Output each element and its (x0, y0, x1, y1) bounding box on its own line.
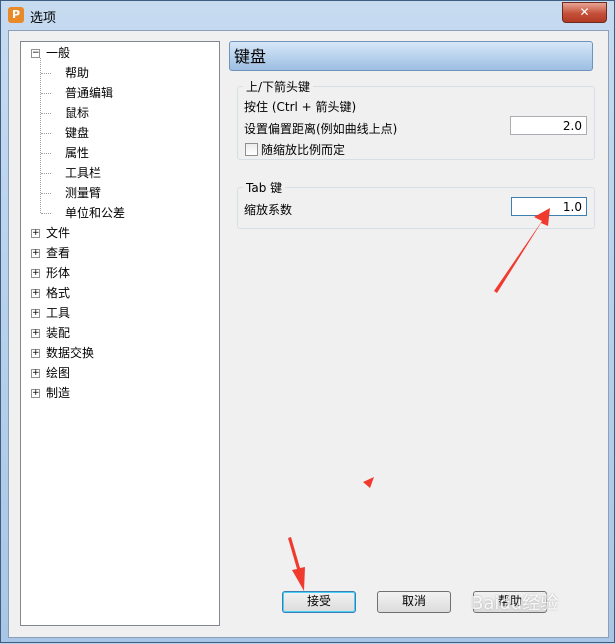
tree-branch-line (41, 213, 51, 214)
tree-item[interactable]: 一般 (46, 44, 70, 62)
tree-item-label: 绘图 (46, 366, 71, 380)
cancel-button[interactable]: 取消 (377, 591, 451, 613)
expand-icon[interactable]: + (31, 269, 40, 278)
dialog-body: − 一般 帮助 普通编辑 鼠标 键盘 属性 工具栏 测量臂 单位和公差 + 文件 + 查看 + 形体 + 格式 + 工… (8, 30, 609, 638)
tree-item[interactable]: 查看 (46, 244, 70, 262)
offset-distance-input[interactable] (510, 116, 587, 135)
tree-item[interactable]: 文件 (46, 224, 70, 242)
expand-icon[interactable]: + (31, 229, 40, 238)
tree-branch-line (41, 153, 51, 154)
tree-item-label: 普通编辑 (65, 86, 114, 100)
tree-item-label: 键盘 (65, 126, 90, 140)
accept-button[interactable]: 接受 (282, 591, 356, 613)
tree-item[interactable]: 键盘 (65, 124, 89, 142)
collapse-icon[interactable]: − (31, 49, 40, 58)
scale-factor-input[interactable] (511, 197, 587, 216)
options-dialog: P 选项 ✕ − 一般 帮助 普通编辑 鼠标 键盘 属性 工具栏 测量臂 单位和公差 + 文件 + 查看 +… (0, 0, 615, 643)
watermark: Baidu经验 (471, 593, 559, 614)
tree-branch-line (41, 173, 51, 174)
tree-item-label: 单位和公差 (65, 206, 126, 220)
expand-icon[interactable]: + (31, 289, 40, 298)
tree-branch-line (41, 113, 51, 114)
tree-item[interactable]: 制造 (46, 384, 70, 402)
tree-item-label: 测量臂 (65, 186, 102, 200)
arrow-keys-group-title: 上/下箭头键 (246, 80, 311, 94)
tree-item-label: 工具栏 (65, 166, 102, 180)
expand-icon[interactable]: + (31, 349, 40, 358)
tree-item[interactable]: 属性 (65, 144, 89, 162)
tree-item[interactable]: 绘图 (46, 364, 70, 382)
tree-item[interactable]: 测量臂 (65, 184, 101, 202)
tree-connector-line (40, 58, 41, 213)
tree-item-label: 形体 (46, 266, 71, 280)
tree-branch-line (41, 73, 51, 74)
arrow-keys-hint: 按住 (Ctrl + 箭头键) (244, 100, 357, 114)
tree-item[interactable]: 普通编辑 (65, 84, 113, 102)
tree-item-label: 一般 (46, 46, 71, 60)
tree-item-label: 属性 (65, 146, 90, 160)
tree-item[interactable]: 单位和公差 (65, 204, 125, 222)
scale-factor-label: 缩放系数 (244, 203, 293, 217)
tree-item[interactable]: 装配 (46, 324, 70, 342)
tree-branch-line (41, 133, 51, 134)
tree-item-label: 文件 (46, 226, 71, 240)
tab-key-group-title: Tab 键 (246, 181, 283, 195)
expand-icon[interactable]: + (31, 329, 40, 338)
tree-item-label: 格式 (46, 286, 71, 300)
tree-branch-line (41, 193, 51, 194)
app-logo-icon: P (8, 7, 24, 23)
window-title: 选项 (30, 11, 57, 26)
expand-icon[interactable]: + (31, 249, 40, 258)
tree-item[interactable]: 数据交换 (46, 344, 94, 362)
expand-icon[interactable]: + (31, 369, 40, 378)
close-button[interactable]: ✕ (562, 2, 607, 23)
offset-distance-label: 设置偏置距离(例如曲线上点) (244, 122, 398, 136)
tree-item[interactable]: 工具 (46, 304, 70, 322)
tree-item[interactable]: 形体 (46, 264, 70, 282)
tree-item-label: 查看 (46, 246, 71, 260)
tree-item-label: 数据交换 (46, 346, 95, 360)
tree-item[interactable]: 鼠标 (65, 104, 89, 122)
tree-item[interactable]: 工具栏 (65, 164, 101, 182)
tree-item-label: 工具 (46, 306, 71, 320)
tree-branch-line (41, 93, 51, 94)
tree-item[interactable]: 帮助 (65, 64, 89, 82)
scale-proportional-label: 随缩放比例而定 (261, 143, 346, 157)
tree-item[interactable]: 格式 (46, 284, 70, 302)
tree-item-label: 鼠标 (65, 106, 90, 120)
expand-icon[interactable]: + (31, 389, 40, 398)
scale-proportional-checkbox[interactable] (245, 143, 258, 156)
tree-item-label: 装配 (46, 326, 71, 340)
tree-item-label: 帮助 (65, 66, 90, 80)
title-bar[interactable]: P 选项 ✕ (1, 1, 614, 30)
options-tree[interactable]: − 一般帮助普通编辑鼠标键盘属性工具栏测量臂单位和公差 + 文件 + 查看 + 形体 + 格式 + 工… (20, 41, 220, 626)
expand-icon[interactable]: + (31, 309, 40, 318)
page-title: 键盘 (229, 41, 593, 71)
tree-item-label: 制造 (46, 386, 71, 400)
